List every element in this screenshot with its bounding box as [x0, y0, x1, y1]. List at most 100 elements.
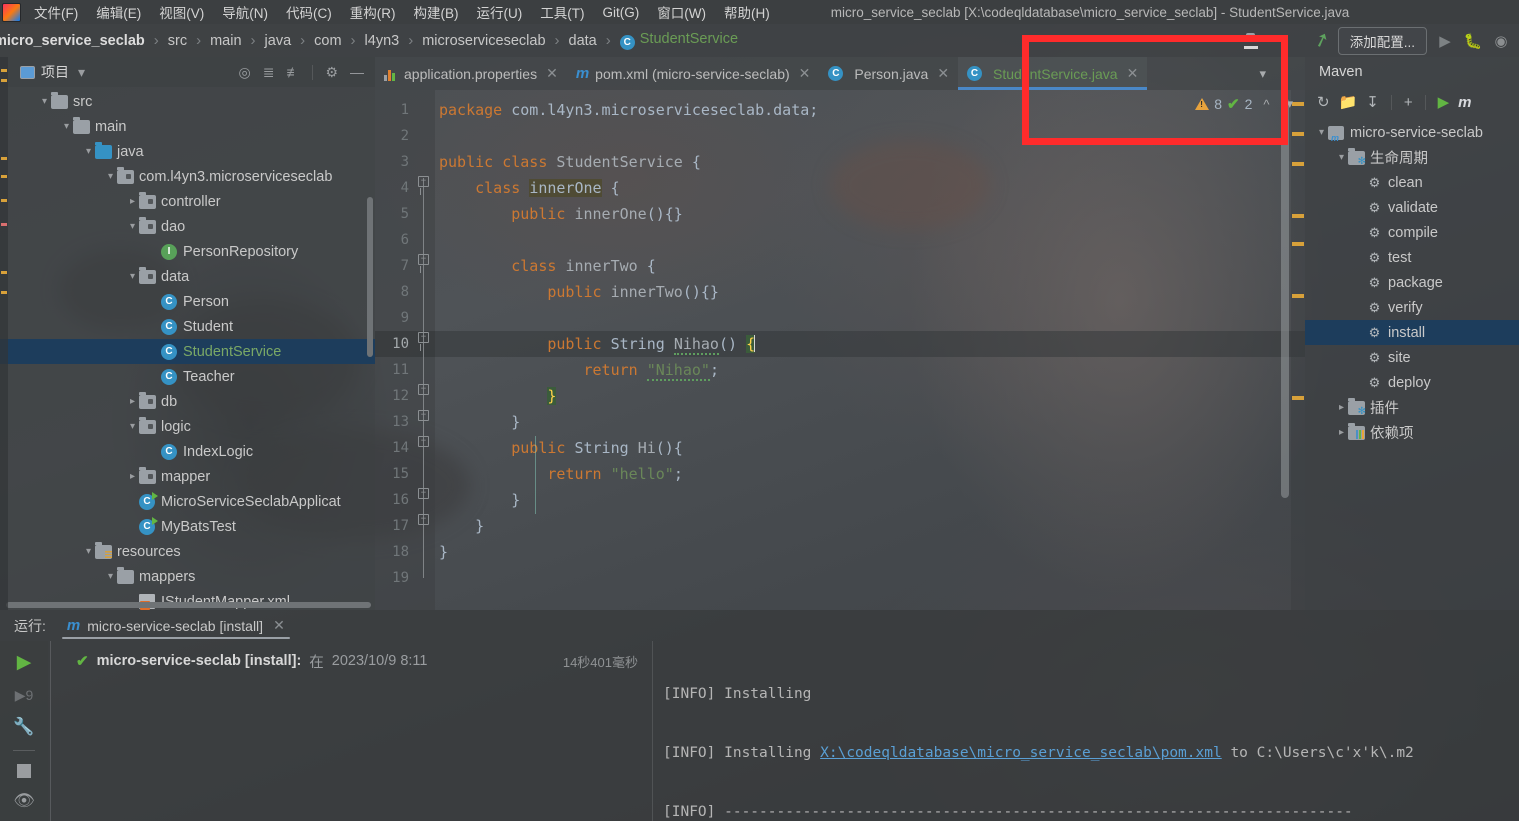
- breadcrumb-l4yn3[interactable]: l4yn3: [363, 33, 402, 49]
- chevron-right-icon[interactable]: ▸: [126, 396, 139, 407]
- tree-node-microserviceseclabapplication[interactable]: ▸ C MicroServiceSeclabApplicat: [0, 489, 375, 514]
- add-configuration-button[interactable]: 添加配置...: [1337, 26, 1427, 55]
- breadcrumb-microserviceseclab[interactable]: microserviceseclab: [420, 33, 547, 49]
- tree-node-mapper[interactable]: ▸ mapper: [0, 464, 375, 489]
- tree-node-mappers[interactable]: ▾ mappers: [0, 564, 375, 589]
- project-tree-horizontal-scrollbar[interactable]: [6, 602, 371, 608]
- tree-node-main[interactable]: ▾ main: [0, 114, 375, 139]
- tree-node-data[interactable]: ▾ data: [0, 264, 375, 289]
- project-tree[interactable]: ▾ src ▾ main ▾ java ▾ com.l4yn3.microser…: [0, 87, 375, 610]
- settings-gear-icon[interactable]: ⚙: [322, 64, 341, 81]
- maven-goal-site[interactable]: ⚙ site: [1305, 345, 1519, 370]
- maven-node-dependencies[interactable]: ▸ 依赖项: [1305, 420, 1519, 445]
- collapse-all-icon[interactable]: ≢: [283, 64, 303, 80]
- build-result-row[interactable]: ✔ micro-service-seclab [install]: 在 2023…: [48, 649, 652, 673]
- editor-tab-person-java[interactable]: C Person.java ✕: [819, 57, 958, 90]
- breadcrumb-data[interactable]: data: [567, 33, 599, 49]
- chevron-down-icon[interactable]: ▾: [104, 171, 117, 182]
- tree-node-studentservice[interactable]: ▸ C StudentService: [0, 339, 375, 364]
- tree-node-dao[interactable]: ▾ dao: [0, 214, 375, 239]
- chevron-right-icon[interactable]: ▸: [126, 471, 139, 482]
- close-icon[interactable]: ✕: [546, 65, 558, 82]
- debug-icon[interactable]: 🐛: [1463, 32, 1483, 50]
- show-console-icon[interactable]: 👁: [13, 791, 35, 811]
- fold-toggle-icon[interactable]: −: [418, 254, 429, 273]
- breadcrumb-project[interactable]: micro_service_seclab: [0, 33, 147, 49]
- editor-tab-pom-xml[interactable]: m pom.xml (micro-service-seclab) ✕: [567, 57, 820, 90]
- breadcrumb-java[interactable]: java: [263, 33, 294, 49]
- fold-toggle-icon[interactable]: −: [418, 410, 429, 421]
- chevron-down-icon[interactable]: ▾: [1335, 152, 1348, 163]
- console-link[interactable]: X:\codeqldatabase\micro_service_seclab\p…: [820, 745, 1222, 761]
- chevron-right-icon[interactable]: ▸: [1335, 427, 1348, 438]
- maven-goal-compile[interactable]: ⚙ compile: [1305, 220, 1519, 245]
- error-stripe[interactable]: [1291, 90, 1305, 610]
- run-maven-goal-icon[interactable]: ▶: [1438, 93, 1450, 111]
- fold-toggle-icon[interactable]: −: [418, 332, 429, 351]
- editor-vertical-scrollbar[interactable]: [1281, 98, 1289, 498]
- maven-goal-install[interactable]: ⚙ install: [1305, 320, 1519, 345]
- close-icon[interactable]: ✕: [799, 65, 811, 82]
- maven-tree[interactable]: ▾ micro-service-seclab ▾ 生命周期 ⚙ clean ⚙ …: [1305, 117, 1519, 610]
- menu-build[interactable]: 构建(B): [405, 1, 468, 23]
- chevron-down-icon[interactable]: ▾: [1315, 127, 1328, 138]
- editor-options-kebab-icon[interactable]: ⋮: [1274, 66, 1299, 81]
- maven-settings-icon[interactable]: m: [1458, 94, 1471, 111]
- menu-edit[interactable]: 编辑(E): [87, 1, 150, 23]
- breadcrumb-com[interactable]: com: [312, 33, 343, 49]
- fold-toggle-icon[interactable]: −: [418, 514, 429, 525]
- tab-list-chevron-down-icon[interactable]: ▾: [1253, 66, 1272, 82]
- maven-node-project[interactable]: ▾ micro-service-seclab: [1305, 120, 1519, 145]
- chevron-down-icon[interactable]: ▾: [75, 64, 88, 81]
- maven-goal-clean[interactable]: ⚙ clean: [1305, 170, 1519, 195]
- add-icon[interactable]: +: [1404, 94, 1413, 111]
- line-number-gutter[interactable]: 1 2 3 4 5 6 7 8 9 10 11 12 13 14 15 16 1…: [375, 90, 435, 610]
- chevron-down-icon[interactable]: ▾: [104, 571, 117, 582]
- tree-node-logic[interactable]: ▾ logic: [0, 414, 375, 439]
- project-tree-vertical-scrollbar[interactable]: [367, 197, 373, 357]
- run-icon[interactable]: ▶: [1435, 32, 1455, 50]
- menu-run[interactable]: 运行(U): [468, 1, 532, 23]
- chevron-right-icon[interactable]: ▸: [126, 196, 139, 207]
- menu-navigate[interactable]: 导航(N): [213, 1, 277, 23]
- tree-node-mybatstest[interactable]: ▸ C MyBatsTest: [0, 514, 375, 539]
- maven-goal-test[interactable]: ⚙ test: [1305, 245, 1519, 270]
- chevron-down-icon[interactable]: ▾: [82, 546, 95, 557]
- settings-wrench-icon[interactable]: 🔧: [13, 717, 34, 737]
- close-icon[interactable]: ✕: [273, 617, 285, 634]
- tree-node-db[interactable]: ▸ db: [0, 389, 375, 414]
- chevron-down-icon[interactable]: ▾: [60, 121, 73, 132]
- breadcrumb-main[interactable]: main: [208, 33, 243, 49]
- tree-node-student[interactable]: ▸ C Student: [0, 314, 375, 339]
- code-text[interactable]: package com.l4yn3.microserviceseclab.dat…: [435, 90, 1305, 610]
- inspection-widget[interactable]: 8 ✔ 2 ^ ▾: [1195, 90, 1299, 118]
- tree-node-resources[interactable]: ▾ resources: [0, 539, 375, 564]
- chevron-down-icon[interactable]: ▾: [126, 271, 139, 282]
- fold-toggle-icon[interactable]: −: [418, 488, 429, 499]
- add-maven-project-icon[interactable]: 📁: [1339, 93, 1358, 111]
- menu-git[interactable]: Git(G): [594, 4, 649, 21]
- maven-goal-validate[interactable]: ⚙ validate: [1305, 195, 1519, 220]
- editor-tab-studentservice-java[interactable]: C StudentService.java ✕: [958, 57, 1148, 90]
- tree-node-controller[interactable]: ▸ controller: [0, 189, 375, 214]
- chevron-down-icon[interactable]: ▾: [126, 221, 139, 232]
- menu-code[interactable]: 代码(C): [277, 1, 341, 23]
- rerun-failed-icon[interactable]: ▶9: [15, 687, 34, 704]
- console-output[interactable]: [INFO] Installing [INFO] Installing X:\c…: [653, 641, 1519, 821]
- chevron-down-icon[interactable]: ▾: [82, 146, 95, 157]
- menu-file[interactable]: 文件(F): [25, 1, 87, 23]
- menu-refactor[interactable]: 重构(R): [341, 1, 405, 23]
- reimport-icon[interactable]: ↻: [1317, 93, 1330, 111]
- chevron-down-icon[interactable]: ▾: [126, 421, 139, 432]
- tree-node-indexlogic[interactable]: ▸ C IndexLogic: [0, 439, 375, 464]
- maven-node-lifecycle[interactable]: ▾ 生命周期: [1305, 145, 1519, 170]
- chevron-right-icon[interactable]: ▸: [1335, 402, 1348, 413]
- stop-icon[interactable]: [17, 764, 31, 778]
- tree-node-person[interactable]: ▸ C Person: [0, 289, 375, 314]
- tree-node-personrepository[interactable]: ▸ I PersonRepository: [0, 239, 375, 264]
- menu-help[interactable]: 帮助(H): [715, 1, 779, 23]
- maven-goal-verify[interactable]: ⚙ verify: [1305, 295, 1519, 320]
- tree-node-package-root[interactable]: ▾ com.l4yn3.microserviceseclab: [0, 164, 375, 189]
- maven-node-plugins[interactable]: ▸ 插件: [1305, 395, 1519, 420]
- breadcrumb-src[interactable]: src: [166, 33, 189, 49]
